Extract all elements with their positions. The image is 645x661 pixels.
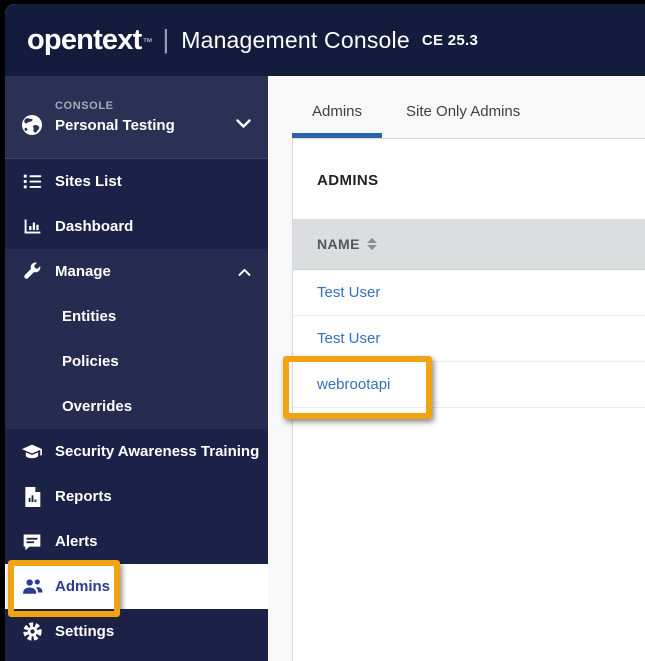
sidebar-item-label: Manage xyxy=(55,263,111,280)
sidebar-item-label: Sites List xyxy=(55,173,122,190)
sidebar-item-label: Alerts xyxy=(55,533,98,550)
table-row: Test User xyxy=(293,316,645,362)
sidebar-item-entities[interactable]: Entities xyxy=(5,294,268,339)
panel-title: ADMINS xyxy=(293,139,645,219)
chevron-down-icon xyxy=(235,118,252,130)
sidebar-item-label: Security Awareness Training xyxy=(55,443,259,460)
sidebar-item-reports[interactable]: Reports xyxy=(5,474,268,519)
management-console-window: opentext ™ | Management Console CE 25.3 xyxy=(5,4,645,661)
tab-bar: Admins Site Only Admins xyxy=(268,76,645,138)
screenshot-frame: opentext ™ | Management Console CE 25.3 xyxy=(0,0,645,661)
product-title: Management Console xyxy=(181,27,410,54)
table-row: Test User xyxy=(293,270,645,316)
sidebar-item-overrides[interactable]: Overrides xyxy=(5,384,268,429)
tab-site-only-admins[interactable]: Site Only Admins xyxy=(386,103,540,138)
users-icon xyxy=(19,575,45,598)
admin-link[interactable]: Test User xyxy=(317,330,380,347)
webrootapi-row-link[interactable]: webrootapi xyxy=(317,376,390,393)
sidebar-item-label: Reports xyxy=(55,488,112,505)
table-row: webrootapi xyxy=(293,362,645,408)
sidebar-item-label: Dashboard xyxy=(55,218,133,235)
sidebar-item-label: Settings xyxy=(55,623,114,640)
version-badge: CE 25.3 xyxy=(422,32,478,49)
graduation-cap-icon xyxy=(19,441,45,463)
tab-admins[interactable]: Admins xyxy=(292,103,382,138)
report-icon xyxy=(19,487,45,507)
console-label: CONSOLE xyxy=(55,100,175,112)
logo-divider: | xyxy=(162,24,169,55)
sidebar-item-label: Entities xyxy=(62,308,116,325)
admins-panel: ADMINS NAME Test User Test User xyxy=(292,138,645,661)
sidebar-item-sites-list[interactable]: Sites List xyxy=(5,159,268,204)
main-content: Admins Site Only Admins ADMINS NAME Test… xyxy=(268,76,645,661)
sidebar-item-label: Policies xyxy=(62,353,119,370)
wrench-icon xyxy=(19,262,45,282)
sidebar-item-label: Overrides xyxy=(62,398,132,415)
sidebar-nav: Sites List Dashboard xyxy=(5,159,268,654)
sidebar: CONSOLE Personal Testing xyxy=(5,76,268,661)
sidebar-item-dashboard[interactable]: Dashboard xyxy=(5,204,268,249)
sidebar-item-admins[interactable]: Admins xyxy=(5,564,268,609)
chevron-up-icon xyxy=(237,267,252,277)
admin-link[interactable]: Test User xyxy=(317,284,380,301)
sidebar-item-settings[interactable]: Settings xyxy=(5,609,268,654)
sidebar-item-security-awareness-training[interactable]: Security Awareness Training xyxy=(5,429,268,474)
sidebar-item-manage[interactable]: Manage xyxy=(5,249,268,294)
list-icon xyxy=(19,171,45,192)
bar-chart-icon xyxy=(19,216,45,237)
chat-bubble-icon xyxy=(19,532,45,552)
manage-group: Manage Entities Policies Override xyxy=(5,249,268,429)
sidebar-item-policies[interactable]: Policies xyxy=(5,339,268,384)
column-header-name[interactable]: NAME xyxy=(293,219,645,270)
globe-icon xyxy=(19,113,45,137)
trademark-symbol: ™ xyxy=(142,37,152,48)
console-switcher[interactable]: CONSOLE Personal Testing xyxy=(5,76,268,159)
sidebar-item-label: Admins xyxy=(55,578,110,595)
gear-icon xyxy=(19,621,45,642)
sort-icon xyxy=(367,238,377,250)
console-name: Personal Testing xyxy=(55,117,175,134)
sidebar-item-alerts[interactable]: Alerts xyxy=(5,519,268,564)
opentext-logo: opentext xyxy=(27,24,141,57)
app-header: opentext ™ | Management Console CE 25.3 xyxy=(5,4,645,76)
